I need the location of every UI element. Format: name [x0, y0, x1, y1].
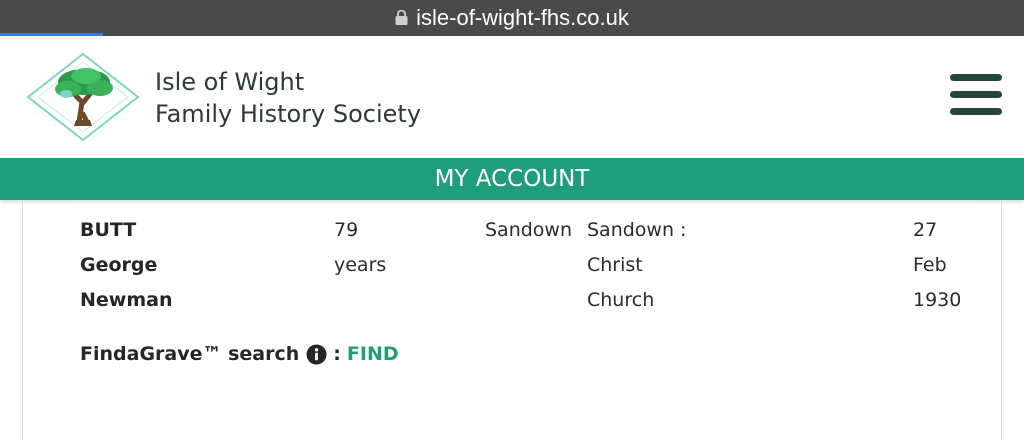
- record-name: BUTT George Newman: [80, 213, 173, 318]
- findagrave-row: FindaGrave™ search : FIND: [80, 343, 399, 365]
- record-date: 27 Feb 1930: [913, 213, 961, 318]
- findagrave-label: FindaGrave™ search: [80, 343, 300, 365]
- church-line3: Church: [587, 289, 655, 311]
- record-church: Sandown : Christ Church: [587, 213, 686, 318]
- site-name[interactable]: Isle of Wight Family History Society: [155, 66, 421, 130]
- site-name-line2: Family History Society: [155, 100, 422, 128]
- findagrave-separator: :: [333, 343, 341, 365]
- place-value: Sandown: [484, 219, 572, 241]
- url-text: isle-of-wight-fhs.co.uk: [416, 5, 629, 30]
- forename: George: [80, 254, 158, 276]
- my-account-bar[interactable]: MY ACCOUNT: [0, 158, 1024, 200]
- site-header: Isle of Wight Family History Society: [0, 36, 1024, 158]
- date-month: Feb: [913, 254, 947, 276]
- church-line2: Christ: [587, 254, 643, 276]
- site-name-line1: Isle of Wight: [155, 68, 305, 96]
- middle-name: Newman: [80, 289, 173, 311]
- surname: BUTT: [80, 219, 137, 241]
- age-value: 79: [334, 219, 359, 241]
- church-line1: Sandown :: [587, 219, 687, 241]
- record-age: 79 years: [334, 213, 386, 283]
- info-icon[interactable]: [306, 344, 327, 365]
- my-account-label: MY ACCOUNT: [434, 166, 590, 192]
- record-place: Sandown: [400, 213, 572, 248]
- browser-url-bar[interactable]: isle-of-wight-fhs.co.uk: [0, 0, 1024, 36]
- find-link[interactable]: FIND: [347, 343, 399, 365]
- date-day: 27: [913, 219, 938, 241]
- date-year: 1930: [913, 289, 962, 311]
- age-unit: years: [334, 254, 387, 276]
- lock-icon: [395, 9, 408, 25]
- hamburger-menu-icon[interactable]: [950, 74, 1002, 118]
- tree-logo-icon[interactable]: [26, 52, 140, 142]
- divider: [74, 200, 974, 201]
